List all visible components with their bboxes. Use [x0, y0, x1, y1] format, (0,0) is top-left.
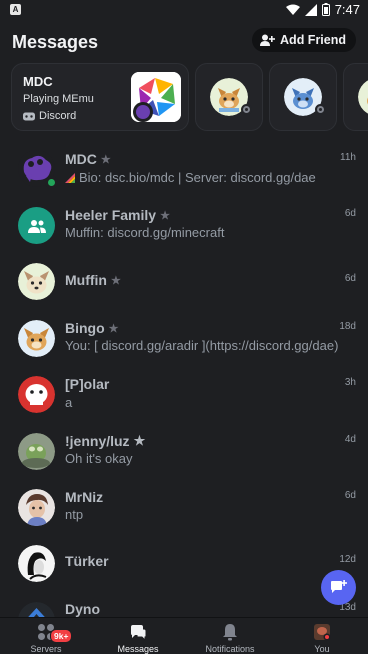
add-friend-icon: [260, 34, 276, 46]
dm-name: Muffin ★: [65, 272, 121, 288]
dm-name-label: Heeler Family: [65, 207, 157, 223]
group-icon: [27, 219, 46, 233]
dm-preview: ntp: [65, 507, 84, 522]
dm-name-label: Dyno: [65, 601, 100, 617]
nav-messages-label: Messages: [117, 644, 159, 654]
dm-row-dyno[interactable]: Dyno 13d: [0, 592, 368, 617]
offline-status-icon: [241, 104, 252, 115]
memu-game-icon: [131, 72, 181, 122]
star-icon: ★: [133, 433, 146, 448]
new-message-icon: [331, 580, 347, 593]
activity-card-friend-3[interactable]: [343, 63, 368, 131]
nav-servers-label: Servers: [30, 644, 62, 654]
bell-icon: [223, 624, 237, 641]
messages-icon: [131, 625, 147, 641]
discord-controller-icon: [23, 112, 35, 120]
dm-time: 6d: [344, 490, 356, 501]
nav-notifications[interactable]: Notifications: [184, 618, 276, 654]
activity-user-name: MDC: [23, 74, 53, 89]
add-friend-label: Add Friend: [280, 33, 346, 47]
bingo-avatar: [18, 320, 55, 357]
add-friend-button[interactable]: Add Friend: [252, 28, 356, 52]
bluey-avatar: [358, 80, 368, 114]
dm-time: 12d: [339, 554, 356, 565]
dm-row-mrniz[interactable]: MrNiz ntp 6d: [0, 479, 368, 535]
dm-preview: Oh it's okay: [65, 451, 133, 466]
status-icons: 7:47: [285, 2, 360, 17]
signal-icon: [304, 3, 317, 16]
page-title: Messages: [12, 32, 99, 52]
dm-row-bingo[interactable]: Bingo ★ You: [ discord.gg/aradir ](https…: [0, 310, 368, 366]
polar-avatar: [18, 376, 55, 413]
dm-row-mdc[interactable]: MDC ★ Bio: dsc.bio/mdc | Server: discord…: [0, 140, 368, 196]
dm-name: Türker: [65, 553, 109, 569]
dm-name-label: [P]olar: [65, 376, 110, 392]
activity-status: Playing MEmu: [23, 93, 94, 105]
dm-time: 11h: [340, 152, 356, 163]
nav-notifications-label: Notifications: [205, 644, 255, 654]
dm-preview-text: Bio: dsc.bio/mdc | Server: discord.gg/da…: [79, 170, 316, 185]
dm-row-jenny-luz[interactable]: !jenny/luz ★ Oh it's okay 4d: [0, 423, 368, 479]
dm-name-label: Türker: [65, 553, 109, 569]
activity-app: Discord: [23, 110, 76, 122]
dm-name: MDC ★: [65, 151, 111, 167]
dm-row-polar[interactable]: [P]olar a 3h: [0, 366, 368, 422]
dm-time: 6d: [344, 273, 356, 284]
star-icon: ★: [160, 209, 170, 222]
dm-name-label: Bingo: [65, 320, 105, 336]
dm-row-muffin[interactable]: Muffin ★ 6d: [0, 253, 368, 309]
online-status-icon: [45, 176, 58, 189]
dm-time: 3h: [344, 377, 356, 388]
star-icon: ★: [100, 153, 111, 166]
dm-preview: You: [ discord.gg/aradir ](https://disco…: [65, 338, 339, 353]
app-notification-icon: A: [10, 4, 21, 15]
dm-time: 18d: [339, 321, 356, 332]
dm-preview: a: [65, 395, 73, 410]
dm-name-label: MDC: [65, 151, 97, 167]
user-avatar: [314, 624, 331, 641]
nav-you[interactable]: You: [276, 618, 368, 654]
dm-name: !jenny/luz ★: [65, 433, 145, 449]
activity-app-label: Discord: [39, 110, 77, 122]
dm-row-heeler-family[interactable]: Heeler Family ★ Muffin: discord.gg/minec…: [0, 197, 368, 253]
turker-avatar: [18, 545, 55, 582]
messages-header: Messages Add Friend: [0, 20, 368, 62]
clock: 7:47: [334, 2, 360, 17]
jenny-avatar: [18, 433, 55, 470]
active-now-carousel[interactable]: MDC Playing MEmu Discord: [11, 63, 368, 131]
servers-badge: 9k+: [50, 629, 73, 643]
activity-card-friend-2[interactable]: [269, 63, 337, 131]
dm-preview: Bio: dsc.bio/mdc | Server: discord.gg/da…: [65, 170, 355, 185]
dm-name: Bingo ★: [65, 320, 119, 336]
activity-card-friend-1[interactable]: [195, 63, 263, 131]
offline-status-icon: [315, 104, 326, 115]
dyno-avatar: [18, 602, 55, 617]
dm-time: 6d: [344, 208, 356, 219]
dm-name: MrNiz: [65, 489, 103, 505]
dm-name-label: MrNiz: [65, 489, 104, 505]
rainbow-icon: [65, 172, 75, 183]
dm-preview: Muffin: discord.gg/minecraft: [65, 225, 225, 240]
nav-messages[interactable]: Messages: [92, 618, 184, 654]
group-dm-avatar: [18, 207, 55, 244]
dm-name: Dyno: [65, 601, 100, 617]
star-icon: ★: [110, 274, 121, 287]
dm-name: Heeler Family ★: [65, 207, 170, 223]
new-message-button[interactable]: [321, 570, 356, 605]
star-icon: ★: [108, 322, 119, 335]
status-bar: A 7:47: [0, 0, 368, 20]
activity-card-mdc[interactable]: MDC Playing MEmu Discord: [11, 63, 189, 131]
dm-name-label: !jenny/luz: [65, 433, 130, 449]
bottom-nav: 9k+ Servers Messages Notifications You: [0, 617, 368, 654]
mrniz-avatar: [18, 489, 55, 526]
dm-row-turker[interactable]: Türker 12d: [0, 535, 368, 591]
dm-time: 4d: [344, 434, 356, 445]
dm-name: [P]olar: [65, 376, 109, 392]
nav-you-label: You: [314, 644, 330, 654]
muffin-avatar: [18, 263, 55, 300]
nav-servers[interactable]: 9k+ Servers: [0, 618, 92, 654]
wifi-icon: [285, 4, 300, 15]
dm-name-label: Muffin: [65, 272, 107, 288]
battery-icon: [321, 3, 330, 16]
